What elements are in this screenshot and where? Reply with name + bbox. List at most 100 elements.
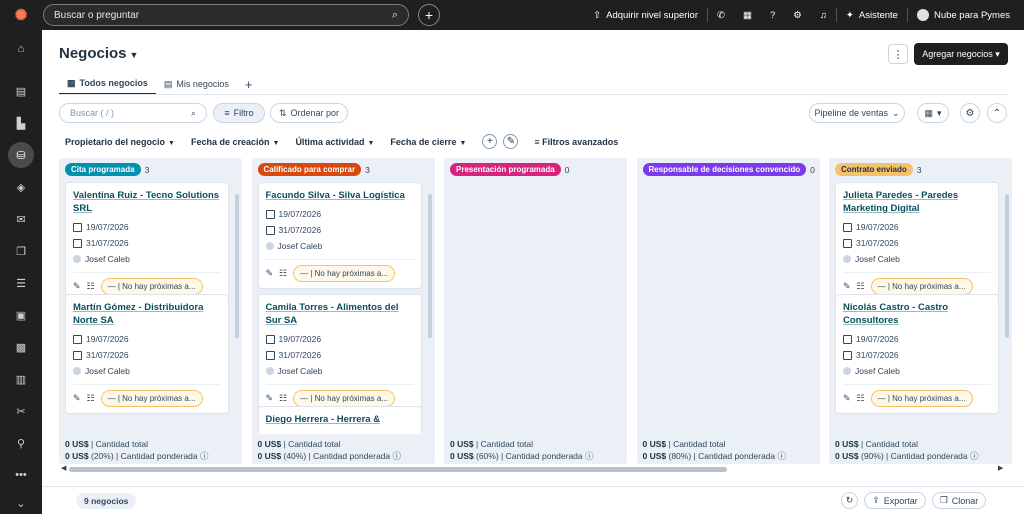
weighted-amount-row: 0 US$ (80%) | Cantidad ponderada ⓘ <box>643 450 814 462</box>
marketplace-icon[interactable]: ▦ <box>734 10 761 21</box>
close-date-filter[interactable]: Fecha de cierre ▼ <box>390 137 466 147</box>
view-mode-select[interactable]: ▦ ▾ <box>917 103 949 123</box>
board-settings-gear-icon[interactable]: ⚙ <box>960 103 980 123</box>
filter-button[interactable]: ≡ Filtro <box>213 103 265 123</box>
tickets-icon[interactable]: ◈ <box>8 174 34 200</box>
next-activity-badge[interactable]: — | No hay próximas a... <box>870 278 973 295</box>
deal-card[interactable]: Camila Torres - Alimentos del Sur SA 19/0… <box>257 294 422 414</box>
lists-icon[interactable]: ☰ <box>8 270 34 296</box>
clone-button[interactable]: ❐ Clonar <box>932 492 986 509</box>
deals-icon[interactable]: ⛁ <box>8 142 34 168</box>
next-activity-badge[interactable]: — | No hay próximas a... <box>100 278 203 295</box>
tab-label: Mis negocios <box>176 79 229 89</box>
pipeline-select[interactable]: Pipeline de ventas ⌄ <box>809 103 905 123</box>
contacts-icon[interactable]: ▤ <box>8 78 34 104</box>
stage-label[interactable]: Calificado para comprar <box>257 163 362 176</box>
stage-label[interactable]: Cita programada <box>65 163 141 176</box>
horizontal-scrollbar[interactable] <box>69 467 727 472</box>
deal-title-link[interactable]: Julieta Paredes - Paredes Marketing Digi… <box>843 189 991 215</box>
total-amount: 0 US$ <box>642 439 667 449</box>
tasks-list-icon[interactable]: ☷ <box>857 393 865 404</box>
tasks-list-icon[interactable]: ☷ <box>87 281 95 292</box>
deal-card[interactable]: Nicolás Castro - Castro Consultores 19/07… <box>835 294 999 414</box>
column-scrollbar[interactable] <box>235 194 239 338</box>
advanced-filters-button[interactable]: ≡ Filtros avanzados <box>534 137 618 147</box>
companies-icon[interactable]: ▙ <box>8 110 34 136</box>
deal-search-input[interactable]: Buscar ( / ) ⌕ <box>59 103 207 123</box>
documents-icon[interactable]: ❐ <box>8 238 34 264</box>
create-new-icon[interactable]: + <box>418 4 440 26</box>
tasks-list-icon[interactable]: ☷ <box>857 281 865 292</box>
more-dots-icon[interactable]: ••• <box>8 462 34 488</box>
add-deals-button[interactable]: Agregar negocios ▾ <box>914 43 1008 65</box>
tab-my-deals[interactable]: ▤ Mis negocios <box>156 73 237 95</box>
scroll-left-icon[interactable]: ◀ <box>61 464 66 472</box>
account-menu[interactable]: Nube para Pymes <box>908 9 1024 21</box>
deal-title-link[interactable]: Valentina Ruiz - Tecno Solutions SRL <box>73 189 221 215</box>
deal-card[interactable]: Martín Gómez - Distribuidora Norte SA 19/… <box>65 294 229 414</box>
next-activity-badge[interactable]: — | No hay próximas a... <box>870 390 973 407</box>
tasks-list-icon[interactable]: ☷ <box>279 268 287 279</box>
help-icon[interactable]: ? <box>761 10 784 21</box>
deal-card[interactable]: Facundo Silva - Silva Logística 19/07/202… <box>257 182 422 289</box>
calling-icon[interactable]: ✆ <box>708 10 734 21</box>
wallet-icon[interactable]: ▣ <box>8 302 34 328</box>
edit-note-icon[interactable]: ✎ <box>73 281 81 292</box>
owner-filter[interactable]: Propietario del negocio ▼ <box>65 137 175 147</box>
notifications-bell-icon[interactable]: ♫ <box>811 10 836 21</box>
global-search-input[interactable]: Buscar o preguntar ⌕ <box>43 4 409 26</box>
tasks-list-icon[interactable]: ☷ <box>87 393 95 404</box>
add-view-icon[interactable]: + <box>245 77 253 92</box>
scroll-right-icon[interactable]: ▶ <box>998 464 1003 472</box>
add-filter-icon[interactable]: + <box>482 134 498 149</box>
page-title[interactable]: Negocios ▼ <box>59 45 138 62</box>
next-activity-text: No hay próximas a... <box>314 394 389 403</box>
tab-label: Todos negocios <box>79 78 148 88</box>
settings-gear-icon[interactable]: ⚙ <box>784 10 811 21</box>
stage-label[interactable]: Contrato enviado <box>835 163 913 176</box>
automation-icon[interactable]: ✂ <box>8 398 34 424</box>
edit-note-icon[interactable]: ✎ <box>266 268 274 279</box>
upgrade-link[interactable]: ⇧ Adquirir nivel superior <box>584 10 707 21</box>
deal-card[interactable]: Julieta Paredes - Paredes Marketing Digi… <box>835 182 999 302</box>
edit-note-icon[interactable]: ✎ <box>843 393 851 404</box>
deal-title-link[interactable]: Diego Herrera - Herrera & <box>266 413 414 426</box>
expand-sidebar-chevron-icon[interactable]: ⌄ <box>16 497 25 510</box>
board-icon: ▦ <box>67 77 76 88</box>
deal-title-link[interactable]: Camila Torres - Alimentos del Sur SA <box>266 301 414 327</box>
stage-label[interactable]: Presentación programada <box>450 163 561 176</box>
next-activity-badge[interactable]: — | No hay próximas a... <box>100 390 203 407</box>
next-activity-text: No hay próximas a... <box>892 394 966 403</box>
activity-filter[interactable]: Última actividad ▼ <box>295 137 374 147</box>
inbox-mail-icon[interactable]: ✉ <box>8 206 34 232</box>
next-activity-badge[interactable]: — | No hay próximas a... <box>293 390 396 407</box>
library-icon[interactable]: ▩ <box>8 334 34 360</box>
refresh-icon[interactable]: ↻ <box>841 492 858 509</box>
avatar <box>916 9 929 21</box>
hubspot-logo-icon[interactable]: ✺ <box>0 0 42 30</box>
org-chart-icon[interactable]: ⚲ <box>8 430 34 456</box>
column-scrollbar[interactable] <box>1005 194 1009 338</box>
next-activity-badge[interactable]: — | No hay próximas a... <box>293 265 396 282</box>
created-filter[interactable]: Fecha de creación ▼ <box>191 137 279 147</box>
edit-filters-pencil-icon[interactable]: ✎ <box>503 134 519 149</box>
edit-note-icon[interactable]: ✎ <box>843 281 851 292</box>
collapse-chevron-up-icon[interactable]: ⌃ <box>987 103 1007 123</box>
assistant-button[interactable]: ✦ Asistente <box>837 10 907 21</box>
deal-card[interactable]: Diego Herrera - Herrera & <box>257 406 422 437</box>
export-button[interactable]: ⇪ Exportar <box>864 492 926 509</box>
more-actions-icon[interactable]: ⋮ <box>888 44 908 64</box>
tab-all-deals[interactable]: ▦ Todos negocios <box>59 73 156 95</box>
edit-note-icon[interactable]: ✎ <box>266 393 274 404</box>
deal-card[interactable]: Valentina Ruiz - Tecno Solutions SRL 19/0… <box>65 182 229 302</box>
home-icon[interactable]: ⌂ <box>8 36 34 62</box>
sort-button[interactable]: ⇅ Ordenar por <box>270 103 348 123</box>
edit-note-icon[interactable]: ✎ <box>73 393 81 404</box>
column-scrollbar[interactable] <box>427 194 432 338</box>
deal-title-link[interactable]: Martín Gómez - Distribuidora Norte SA <box>73 301 221 327</box>
reports-chart-icon[interactable]: ▥ <box>8 366 34 392</box>
deal-title-link[interactable]: Nicolás Castro - Castro Consultores <box>843 301 991 327</box>
tasks-list-icon[interactable]: ☷ <box>279 393 287 404</box>
deal-title-link[interactable]: Facundo Silva - Silva Logística <box>266 189 414 202</box>
stage-label[interactable]: Responsable de decisiones convencido <box>642 163 807 176</box>
